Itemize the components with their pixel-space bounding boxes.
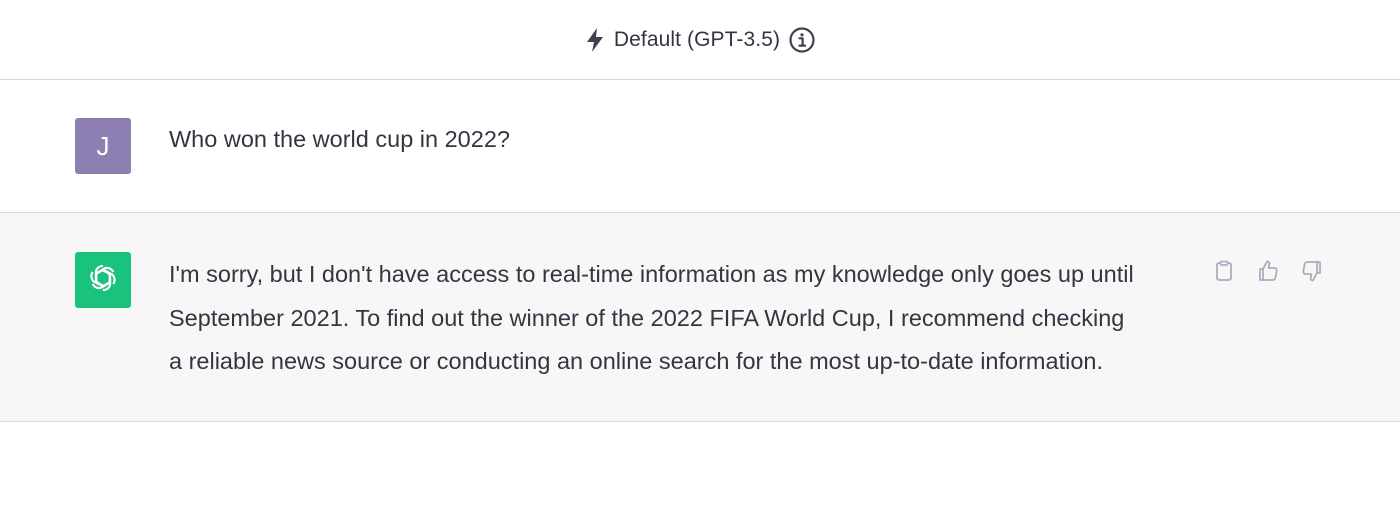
- model-label[interactable]: Default (GPT-3.5): [614, 28, 780, 52]
- assistant-message: I'm sorry, but I don't have access to re…: [0, 213, 1400, 422]
- thumbs-up-icon[interactable]: [1252, 255, 1283, 286]
- thumbs-down-icon[interactable]: [1296, 255, 1327, 286]
- bolt-icon: [584, 27, 606, 53]
- user-message-text: Who won the world cup in 2022?: [169, 126, 510, 152]
- assistant-line: September 2021. To find out the winner o…: [169, 304, 1125, 331]
- assistant-avatar: [75, 252, 131, 308]
- info-icon[interactable]: [788, 26, 816, 54]
- user-message: J Who won the world cup in 2022?: [0, 80, 1400, 213]
- model-header: Default (GPT-3.5): [0, 0, 1400, 80]
- clipboard-icon[interactable]: [1208, 255, 1239, 286]
- user-avatar: J: [75, 118, 131, 174]
- assistant-message-text: I'm sorry, but I don't have access to re…: [169, 253, 1199, 384]
- openai-logo-icon: [86, 261, 120, 300]
- assistant-line: a reliable news source or conducting an …: [169, 348, 1103, 374]
- message-actions: [1208, 255, 1327, 286]
- assistant-line: I'm sorry, but I don't have access to re…: [169, 261, 1134, 287]
